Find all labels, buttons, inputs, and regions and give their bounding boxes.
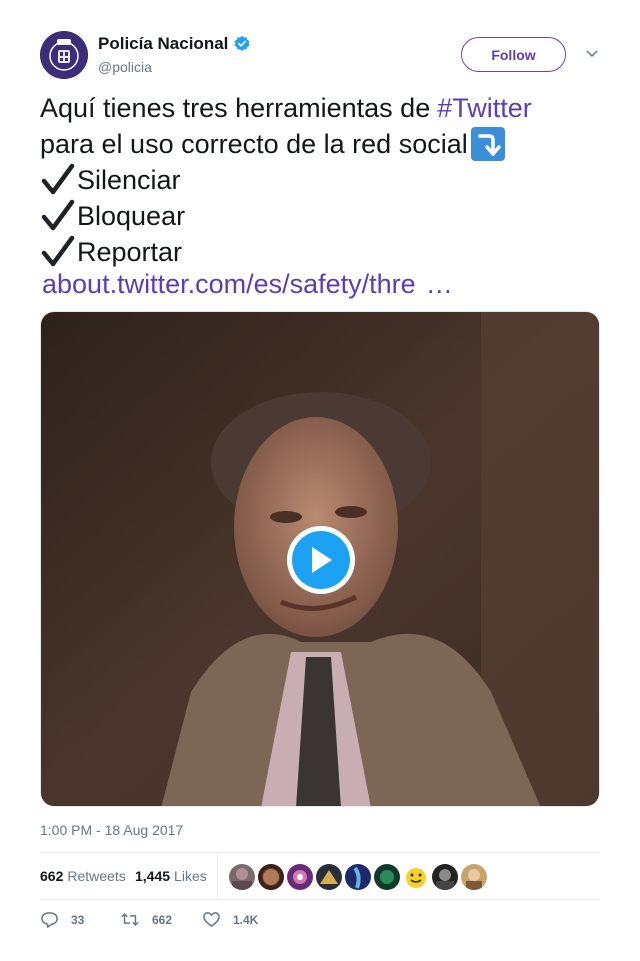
- retweets-count: 662: [40, 868, 64, 884]
- tweet-line-1: Aquí tienes tres herramientas de #Twitte…: [40, 90, 600, 126]
- chevron-down-icon[interactable]: [584, 45, 600, 61]
- tweet-line-1-text: Aquí tienes tres herramientas de: [40, 93, 431, 123]
- play-icon: [292, 531, 350, 589]
- avatar[interactable]: [403, 864, 429, 890]
- liker-avatars: [229, 864, 490, 890]
- avatar[interactable]: [374, 864, 400, 890]
- user-handle[interactable]: @policia: [98, 59, 251, 75]
- retweet-button[interactable]: 662: [120, 910, 172, 929]
- verified-badge-icon: [233, 35, 251, 53]
- list-item: Reportar: [40, 234, 600, 270]
- play-button[interactable]: [287, 526, 355, 594]
- tweet-link[interactable]: about.twitter.com/es/safety/thre …: [42, 266, 453, 302]
- list-item: Bloquear: [40, 198, 600, 234]
- reply-count: 33: [71, 912, 85, 927]
- follow-button[interactable]: Follow: [461, 37, 566, 72]
- display-name-text: Policía Nacional: [98, 34, 229, 53]
- retweets-label: Retweets: [67, 868, 126, 884]
- likes-label: Likes: [174, 868, 207, 884]
- user-names: Policía Nacional @policia: [98, 34, 251, 75]
- display-name[interactable]: Policía Nacional: [98, 34, 251, 54]
- avatar[interactable]: [461, 864, 487, 890]
- avatar[interactable]: [316, 864, 342, 890]
- list-item-text: Silenciar: [77, 165, 181, 195]
- tweet-actions: 33 662 1.4K: [40, 910, 600, 932]
- list-item-text: Reportar: [77, 237, 183, 267]
- retweet-count: 662: [152, 912, 173, 927]
- check-mark-icon: [40, 162, 76, 198]
- tweet-link-ellipsis: …: [425, 269, 453, 299]
- avatar[interactable]: [432, 864, 458, 890]
- stats-divider: [217, 853, 218, 899]
- tweet-header: Policía Nacional @policia Follow: [40, 31, 600, 83]
- check-mark-icon: [40, 234, 76, 270]
- tweet-line-2: para el uso correcto de la red social: [40, 126, 600, 162]
- avatar[interactable]: [229, 864, 255, 890]
- check-mark-icon: [40, 198, 76, 234]
- list-item: Silenciar: [40, 162, 600, 198]
- likes-stat[interactable]: 1,445 Likes: [135, 868, 207, 884]
- tweet-stats: 662 Retweets 1,445 Likes: [40, 852, 600, 900]
- likes-count: 1,445: [135, 868, 171, 884]
- media-video[interactable]: [40, 311, 600, 807]
- tweet-timestamp[interactable]: 1:00 PM - 18 Aug 2017: [40, 822, 183, 838]
- retweet-icon: [121, 913, 139, 926]
- tweet-text: Aquí tienes tres herramientas de #Twitte…: [40, 90, 600, 270]
- reply-icon: [41, 912, 58, 928]
- hashtag-link[interactable]: #Twitter: [437, 90, 532, 126]
- avatar[interactable]: [258, 864, 284, 890]
- retweets-stat[interactable]: 662 Retweets: [40, 868, 126, 884]
- tweet-line-2-text: para el uso correcto de la red social: [40, 129, 468, 159]
- heart-icon: [203, 912, 220, 927]
- police-badge-icon: [40, 31, 88, 79]
- avatar[interactable]: [40, 31, 88, 79]
- avatar[interactable]: [345, 864, 371, 890]
- reply-button[interactable]: 33: [40, 910, 84, 929]
- like-count: 1.4K: [233, 912, 259, 927]
- tweet-link-text: about.twitter.com/es/safety/thre: [42, 269, 416, 299]
- avatar[interactable]: [287, 864, 313, 890]
- list-item-text: Bloquear: [77, 201, 186, 231]
- arrow-down-emoji-icon: [470, 127, 505, 161]
- like-button[interactable]: 1.4K: [202, 910, 258, 929]
